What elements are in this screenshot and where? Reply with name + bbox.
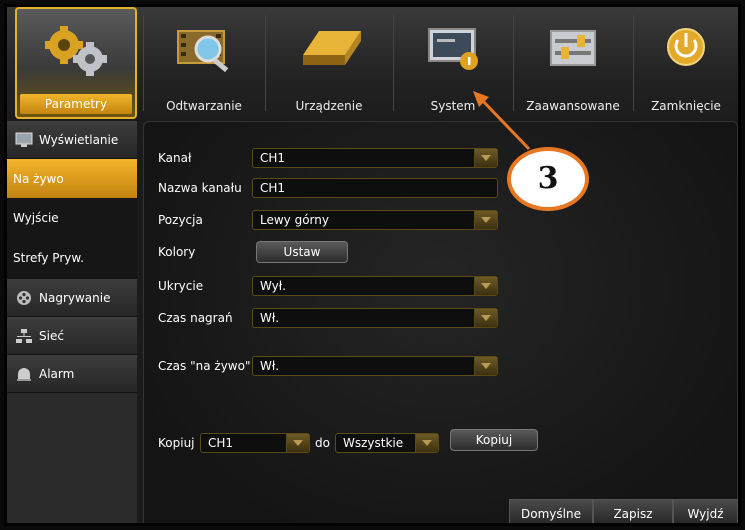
- power-icon: [667, 28, 705, 66]
- monitor-info-icon: [428, 28, 478, 70]
- chevron-down-icon[interactable]: [415, 434, 438, 452]
- ustaw-button[interactable]: Ustaw: [256, 241, 348, 263]
- kanal-value: CH1: [260, 151, 286, 165]
- menu-zamkniecie[interactable]: Zamknięcie: [634, 7, 738, 119]
- chevron-down-icon[interactable]: [286, 434, 309, 452]
- sidebar-item-label: Nagrywanie: [39, 291, 111, 305]
- sidebar-item-label: Strefy Pryw.: [13, 251, 84, 265]
- save-button[interactable]: Zapisz: [593, 499, 673, 523]
- annotation-callout: 3: [507, 147, 589, 211]
- kolory-label: Kolory: [158, 245, 196, 259]
- network-icon: [16, 329, 32, 343]
- czas-nagran-select[interactable]: Wł.: [252, 308, 498, 328]
- sidebar-item-label: Sieć: [39, 329, 64, 343]
- czas-na-zywo-value: Wł.: [260, 359, 280, 373]
- chevron-down-icon[interactable]: [474, 309, 497, 327]
- dvr-window: Parametry Odtwarzanie Urządzenie System …: [4, 4, 741, 526]
- sidebar-item-label: Wyjście: [13, 211, 59, 225]
- czas-na-zywo-label: Czas "na żywo": [158, 359, 251, 373]
- film-reel-icon: [17, 291, 31, 305]
- sidebar-item-strefy-prywatnosci[interactable]: Strefy Pryw.: [7, 238, 137, 279]
- hard-drive-icon: [303, 31, 361, 65]
- sidebar: Wyświetlanie Na żywo Wyjście Strefy Pryw…: [7, 121, 137, 523]
- sliders-icon: [550, 30, 596, 66]
- czas-nagran-label: Czas nagrań: [158, 311, 233, 325]
- menu-odtwarzanie[interactable]: Odtwarzanie: [144, 7, 264, 119]
- kopiuj-to-value: Wszystkie: [343, 436, 404, 450]
- menu-parametry[interactable]: Parametry: [15, 7, 137, 119]
- ukrycie-label: Ukrycie: [158, 279, 204, 293]
- kopiuj-to-select[interactable]: Wszystkie: [335, 433, 439, 453]
- exit-button[interactable]: Wyjdź: [673, 499, 738, 523]
- monitor-icon: [15, 132, 33, 147]
- pozycja-label: Pozycja: [158, 213, 203, 227]
- top-menu: Parametry Odtwarzanie Urządzenie System …: [7, 7, 738, 119]
- gears-icon: [45, 26, 107, 76]
- sidebar-item-na-zywo[interactable]: Na żywo: [7, 159, 137, 199]
- defaults-button[interactable]: Domyślne: [509, 499, 593, 523]
- chevron-down-icon[interactable]: [474, 357, 497, 375]
- sidebar-item-siec[interactable]: Sieć: [7, 317, 137, 355]
- nazwa-kanalu-input[interactable]: CH1: [252, 178, 498, 198]
- kanal-select[interactable]: CH1: [252, 148, 498, 168]
- chevron-down-icon[interactable]: [474, 277, 497, 295]
- ukrycie-select[interactable]: Wył.: [252, 276, 498, 296]
- menu-urzadzenie[interactable]: Urządzenie: [266, 7, 392, 119]
- sidebar-item-alarm[interactable]: Alarm: [7, 355, 137, 393]
- menu-label: Odtwarzanie: [166, 99, 242, 113]
- settings-panel: Kanał CH1 Nazwa kanału CH1 Pozycja Lewy …: [143, 121, 738, 523]
- menu-label: Urządzenie: [295, 99, 363, 113]
- sidebar-item-label: Alarm: [39, 367, 75, 381]
- czas-nagran-value: Wł.: [260, 311, 280, 325]
- sidebar-item-label: Wyświetlanie: [39, 133, 119, 147]
- chevron-down-icon[interactable]: [474, 211, 497, 229]
- annotation-arrow: [473, 91, 531, 151]
- menu-label: Parametry: [20, 94, 132, 114]
- kanal-label: Kanał: [158, 151, 192, 165]
- film-magnifier-icon: [177, 30, 229, 73]
- kopiuj-label: Kopiuj: [158, 436, 195, 450]
- nazwa-kanalu-label: Nazwa kanału: [158, 181, 242, 195]
- sidebar-item-nagrywanie[interactable]: Nagrywanie: [7, 279, 137, 317]
- alarm-icon: [17, 368, 31, 381]
- sidebar-item-label: Na żywo: [13, 172, 64, 186]
- menu-label: Zamknięcie: [651, 99, 721, 113]
- ukrycie-value: Wył.: [260, 279, 286, 293]
- sidebar-item-wyswietlanie[interactable]: Wyświetlanie: [7, 121, 137, 159]
- do-label: do: [315, 436, 330, 450]
- pozycja-value: Lewy górny: [260, 213, 329, 227]
- kopiuj-from-value: CH1: [208, 436, 234, 450]
- czas-na-zywo-select[interactable]: Wł.: [252, 356, 498, 376]
- nazwa-kanalu-value: CH1: [260, 181, 286, 195]
- pozycja-select[interactable]: Lewy górny: [252, 210, 498, 230]
- sidebar-item-wyjscie[interactable]: Wyjście: [7, 199, 137, 238]
- kopiuj-from-select[interactable]: CH1: [200, 433, 310, 453]
- kopiuj-button[interactable]: Kopiuj: [450, 429, 538, 451]
